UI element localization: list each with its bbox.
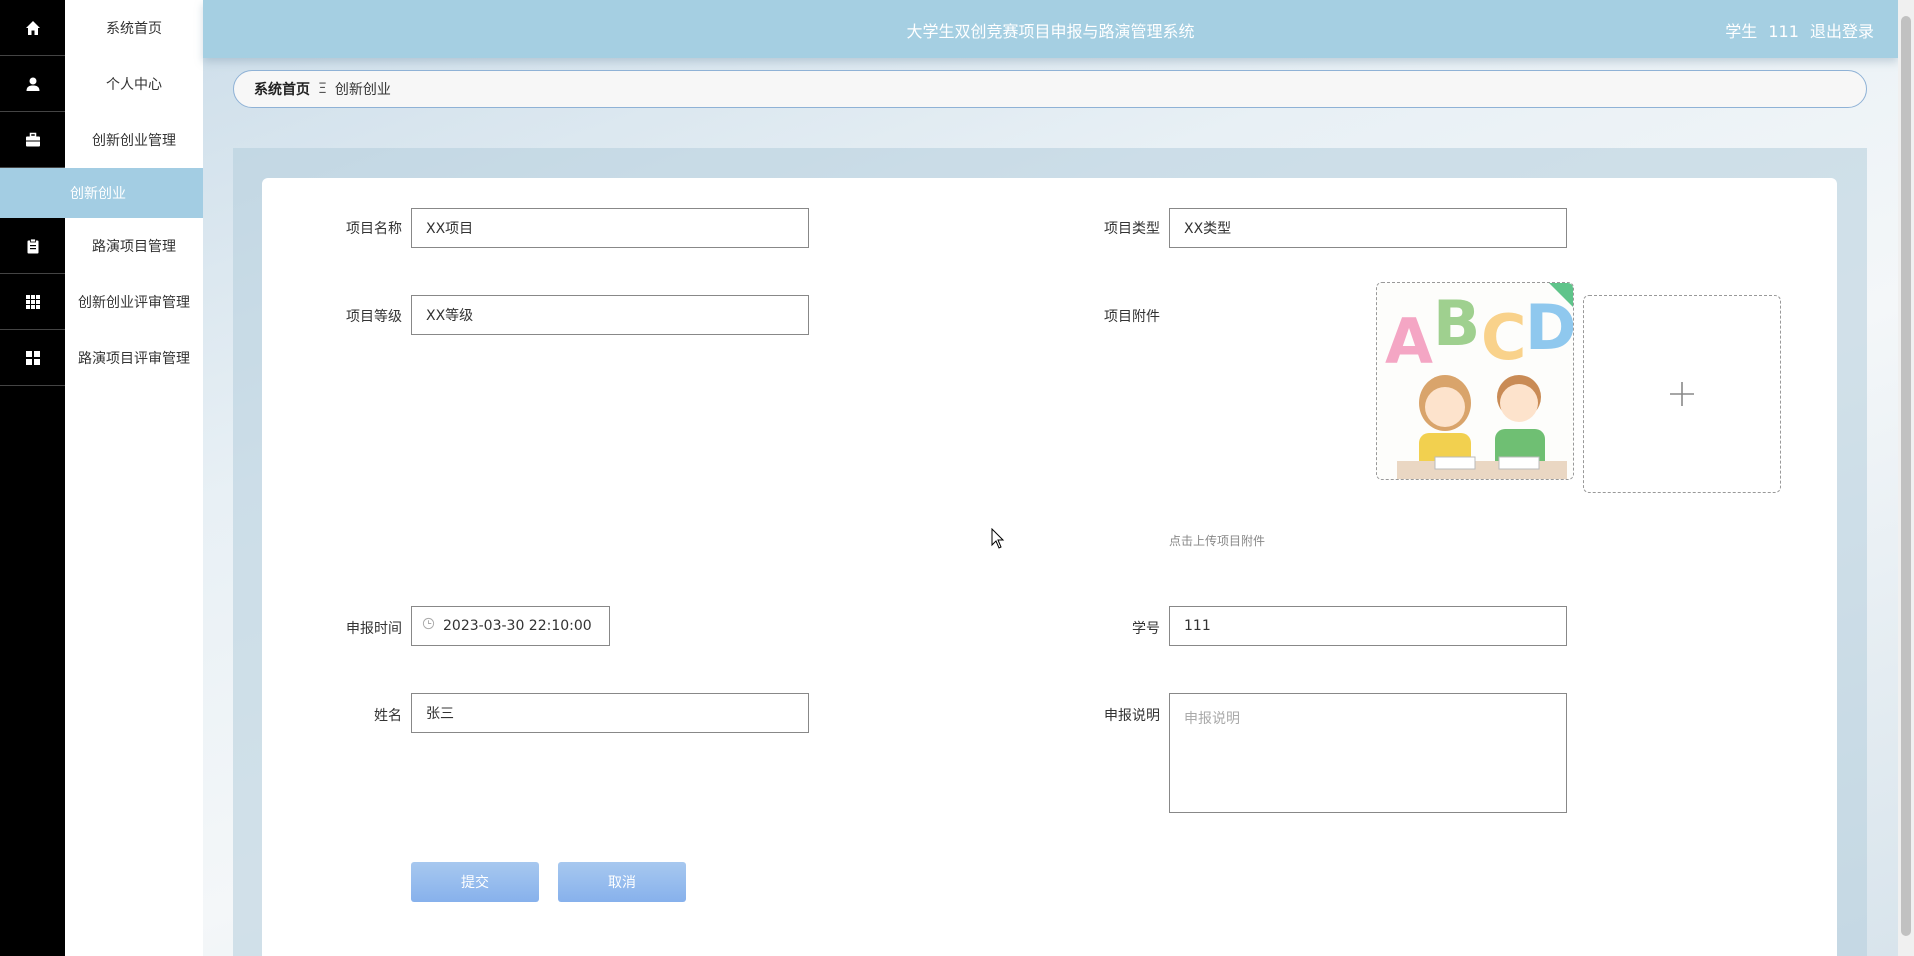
sidebar: 系统首页 个人中心 创新创业管理 创新创业 路演项目管理 创新创业评审管理 路演… bbox=[0, 0, 203, 956]
attachment-hint: 点击上传项目附件 bbox=[1169, 534, 1266, 548]
svg-text:A: A bbox=[1385, 305, 1433, 378]
sidebar-item-label: 个人中心 bbox=[106, 77, 162, 93]
page-scrollbar[interactable] bbox=[1898, 0, 1914, 956]
attachment-thumbnail[interactable]: A B C D bbox=[1376, 282, 1574, 480]
submit-button[interactable]: 提交 bbox=[411, 862, 539, 902]
sidebar-item-innovation[interactable]: 创新创业 bbox=[0, 168, 203, 218]
attachment-label: 项目附件 bbox=[1104, 309, 1160, 325]
svg-text:B: B bbox=[1433, 287, 1480, 360]
sidebar-item-roadshow-mgmt[interactable]: 路演项目管理 bbox=[0, 218, 203, 274]
apply-time-picker[interactable]: 2023-03-30 22:10:00 bbox=[411, 606, 610, 646]
top-header: 大学生双创竞赛项目申报与路演管理系统 学生 111 退出登录 bbox=[203, 0, 1898, 58]
sidebar-item-innovation-review[interactable]: 创新创业评审管理 bbox=[0, 274, 203, 330]
clipboard-icon bbox=[0, 218, 65, 274]
home-icon bbox=[0, 0, 65, 56]
name-label: 姓名 bbox=[374, 708, 402, 724]
sidebar-item-label: 路演项目评审管理 bbox=[78, 351, 190, 367]
project-level-input[interactable]: XX等级 bbox=[411, 295, 809, 335]
breadcrumb-separator: Ξ bbox=[318, 81, 327, 97]
sidebar-item-label: 路演项目管理 bbox=[92, 239, 176, 255]
sidebar-item-roadshow-review[interactable]: 路演项目评审管理 bbox=[0, 330, 203, 386]
sidebar-item-label: 系统首页 bbox=[106, 21, 162, 37]
breadcrumb: 系统首页 Ξ 创新创业 bbox=[233, 70, 1867, 108]
scrollbar-thumb[interactable] bbox=[1901, 16, 1911, 936]
attachment-upload-button[interactable] bbox=[1583, 295, 1781, 493]
project-name-label: 项目名称 bbox=[346, 221, 402, 237]
apply-time-value: 2023-03-30 22:10:00 bbox=[443, 618, 592, 634]
student-id-input[interactable]: 111 bbox=[1169, 606, 1567, 646]
dashboard-icon bbox=[0, 330, 65, 386]
sidebar-item-home[interactable]: 系统首页 bbox=[0, 0, 203, 56]
user-area: 学生 111 退出登录 bbox=[1725, 18, 1874, 42]
abc-kids-image: A B C D bbox=[1377, 283, 1574, 479]
project-name-input[interactable]: XX项目 bbox=[411, 208, 809, 248]
cancel-button[interactable]: 取消 bbox=[558, 862, 686, 902]
description-label: 申报说明 bbox=[1104, 708, 1160, 724]
app-title: 大学生双创竞赛项目申报与路演管理系统 bbox=[906, 22, 1195, 41]
grid-icon bbox=[0, 274, 65, 330]
sidebar-item-profile[interactable]: 个人中心 bbox=[0, 56, 203, 112]
logout-link[interactable]: 退出登录 bbox=[1810, 22, 1874, 41]
plus-icon bbox=[1670, 382, 1694, 406]
clock-icon bbox=[422, 617, 435, 629]
name-input[interactable]: 张三 bbox=[411, 693, 809, 733]
user-name: 学生 111 bbox=[1725, 22, 1799, 41]
breadcrumb-current: 创新创业 bbox=[334, 82, 391, 98]
project-level-label: 项目等级 bbox=[346, 309, 402, 325]
breadcrumb-home[interactable]: 系统首页 bbox=[254, 79, 310, 99]
project-type-label: 项目类型 bbox=[1104, 221, 1160, 237]
sidebar-item-label: 创新创业评审管理 bbox=[78, 295, 190, 311]
svg-text:D: D bbox=[1525, 291, 1574, 364]
sidebar-item-label: 创新创业管理 bbox=[92, 133, 176, 149]
sidebar-item-innovation-mgmt[interactable]: 创新创业管理 bbox=[0, 112, 203, 168]
sidebar-item-label: 创新创业 bbox=[70, 186, 126, 202]
apply-time-label: 申报时间 bbox=[346, 621, 402, 637]
description-textarea[interactable]: 申报说明 bbox=[1169, 693, 1567, 813]
mouse-cursor-icon bbox=[991, 528, 1005, 549]
briefcase-icon bbox=[0, 112, 65, 168]
user-icon bbox=[0, 56, 65, 112]
project-type-input[interactable]: XX类型 bbox=[1169, 208, 1567, 248]
svg-text:C: C bbox=[1481, 301, 1527, 374]
student-id-label: 学号 bbox=[1132, 621, 1160, 637]
